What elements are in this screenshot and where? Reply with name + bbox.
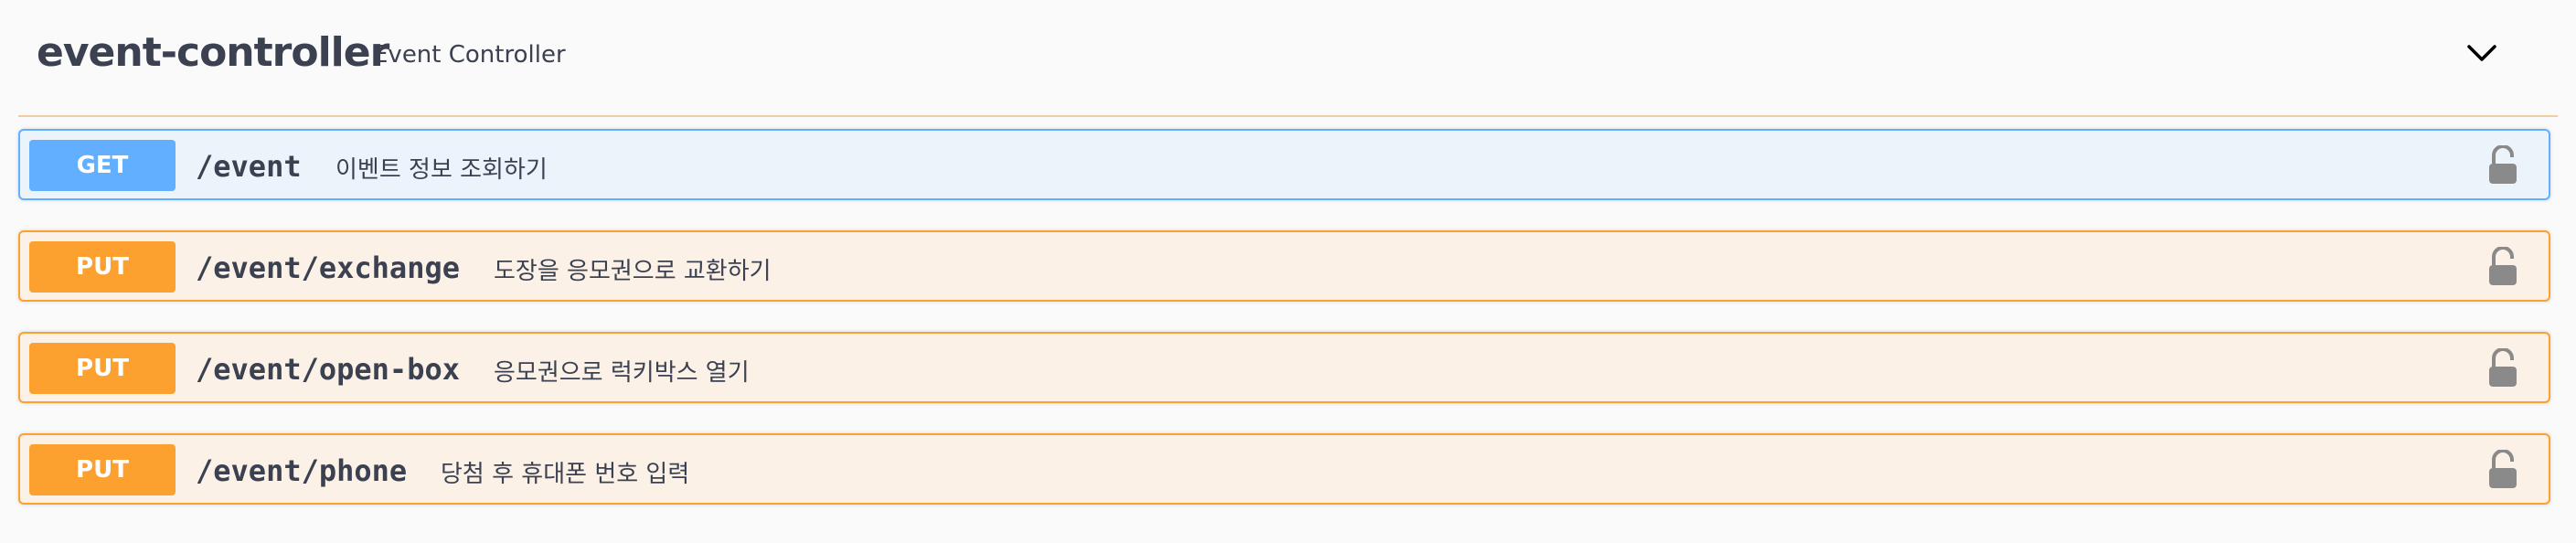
method-badge: PUT [29, 343, 176, 394]
operation-get-event[interactable]: GET /event 이벤트 정보 조회하기 [18, 129, 2550, 200]
unlocked-lock-icon[interactable] [2488, 348, 2517, 389]
tag-name: event-controller [37, 29, 389, 76]
chevron-down-icon[interactable] [2464, 35, 2500, 71]
unlocked-lock-icon[interactable] [2488, 145, 2517, 186]
method-badge: PUT [29, 241, 176, 293]
operation-summary: 응모권으로 럭키박스 열기 [494, 359, 750, 387]
operation-summary: 이벤트 정보 조회하기 [335, 156, 548, 184]
method-badge: GET [29, 140, 176, 191]
event-controller-section: event-controller Event Controller GET /e… [0, 0, 2576, 543]
unlocked-lock-icon[interactable] [2488, 450, 2517, 490]
operation-path: /event [196, 149, 302, 184]
operation-summary: 당첨 후 휴대폰 번호 입력 [441, 461, 690, 488]
operation-path: /event/open-box [196, 352, 460, 387]
operation-put-event-open-box[interactable]: PUT /event/open-box 응모권으로 럭키박스 열기 [18, 332, 2550, 403]
tag-header[interactable]: event-controller Event Controller [18, 0, 2558, 117]
method-badge: PUT [29, 444, 176, 495]
operation-path: /event/phone [196, 453, 408, 488]
tag-description: Event Controller [373, 41, 566, 69]
operation-put-event-phone[interactable]: PUT /event/phone 당첨 후 휴대폰 번호 입력 [18, 433, 2550, 505]
operation-put-event-exchange[interactable]: PUT /event/exchange 도장을 응모권으로 교환하기 [18, 230, 2550, 302]
operation-summary: 도장을 응모권으로 교환하기 [494, 258, 772, 285]
operation-path: /event/exchange [196, 250, 460, 285]
unlocked-lock-icon[interactable] [2488, 247, 2517, 287]
